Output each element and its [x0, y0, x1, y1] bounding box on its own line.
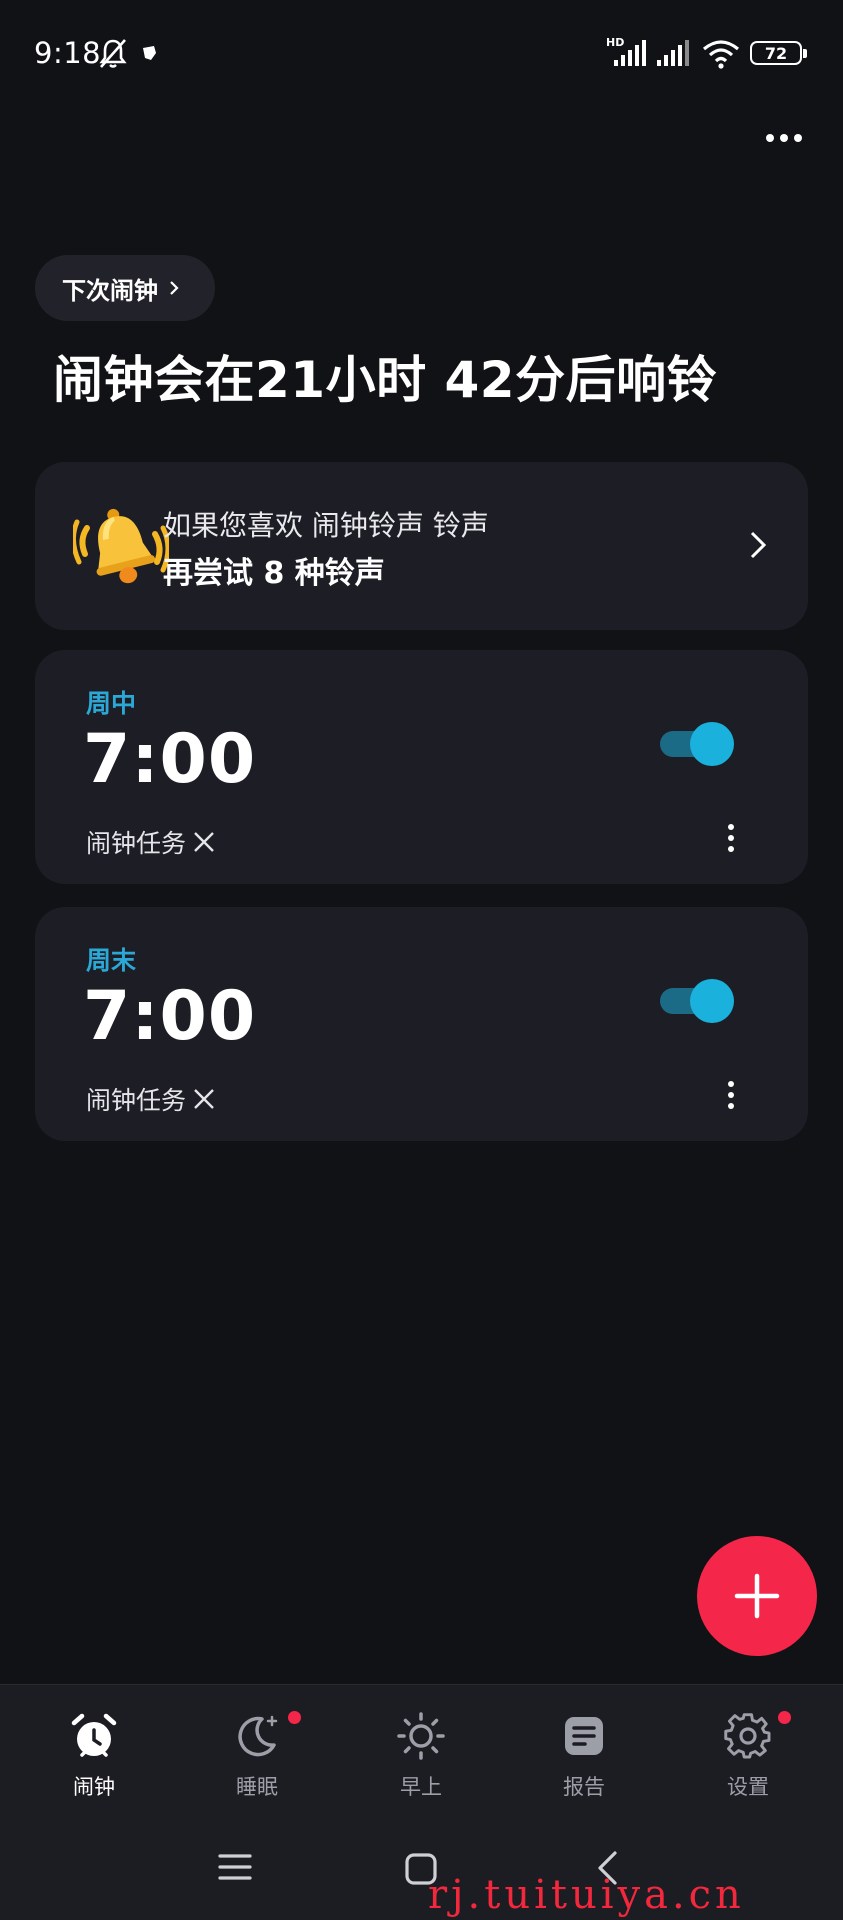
- nav-label: 早上: [400, 1775, 442, 1799]
- close-icon: [194, 832, 214, 852]
- more-dot: [794, 134, 802, 142]
- promo-title: 再尝试 8 种铃声: [163, 556, 385, 591]
- chevron-right-icon[interactable]: [745, 528, 771, 562]
- report-icon: [565, 1717, 603, 1755]
- mute-icon: [99, 39, 127, 68]
- status-time: 9:18: [34, 36, 102, 70]
- bell-icon: [73, 508, 169, 584]
- alarm-more-button[interactable]: [725, 1081, 737, 1109]
- alarm-label: 周末: [86, 946, 137, 975]
- nav-item-settings[interactable]: 设置: [688, 1711, 808, 1801]
- kebab-dot: [728, 1092, 734, 1098]
- chevron-right-icon: [170, 281, 179, 295]
- alarm-time: 7:00: [83, 977, 257, 1056]
- notification-badge: [778, 1711, 791, 1724]
- close-icon: [194, 1089, 214, 1109]
- moon-icon: [238, 1715, 278, 1757]
- nav-item-alarm[interactable]: 闹钟: [34, 1711, 154, 1801]
- alarm-label: 周中: [86, 689, 137, 718]
- nav-item-morning[interactable]: 早上: [361, 1711, 481, 1801]
- add-alarm-button[interactable]: [697, 1536, 817, 1656]
- menu-icon[interactable]: [218, 1852, 252, 1882]
- battery-level: 72: [764, 43, 788, 63]
- plus-icon: [734, 1573, 780, 1619]
- more-dot: [780, 134, 788, 142]
- alarm-task-label: 闹钟任务: [86, 829, 187, 858]
- alarm-card-weekend[interactable]: 周末 7:00 闹钟任务: [35, 907, 808, 1141]
- kebab-dot: [728, 1081, 734, 1087]
- alarm-clock-icon: [71, 1713, 117, 1757]
- kebab-dot: [728, 1103, 734, 1109]
- nav-label: 设置: [727, 1775, 769, 1799]
- nav-label: 报告: [563, 1775, 605, 1799]
- nav-label: 睡眠: [236, 1775, 278, 1799]
- alarm-task-label: 闹钟任务: [86, 1086, 187, 1115]
- ringtone-promo-card[interactable]: [35, 462, 808, 630]
- alarm-toggle[interactable]: [660, 722, 734, 766]
- alarm-card-weekday[interactable]: 周中 7:00 闹钟任务: [35, 650, 808, 884]
- alarm-task: 闹钟任务: [86, 1081, 216, 1117]
- kebab-dot: [728, 835, 734, 841]
- more-dot: [766, 134, 774, 142]
- promo-subtitle: 如果您喜欢 闹钟铃声 铃声: [163, 509, 489, 542]
- toggle-knob: [690, 979, 734, 1023]
- gear-icon: [724, 1713, 771, 1759]
- nav-item-report[interactable]: 报告: [524, 1711, 644, 1801]
- kebab-dot: [728, 846, 734, 852]
- nav-label: 闹钟: [73, 1775, 115, 1799]
- alarm-task: 闹钟任务: [86, 824, 216, 860]
- next-alarm-chip[interactable]: 下次闹钟: [35, 255, 215, 321]
- wifi-icon: [702, 40, 740, 69]
- alarm-toggle[interactable]: [660, 979, 734, 1023]
- signal-hd-icon: [614, 40, 646, 66]
- alarm-more-button[interactable]: [725, 824, 737, 852]
- status-bar: 9:18 HD 72: [0, 0, 843, 106]
- sun-icon: [397, 1712, 445, 1760]
- nav-item-sleep[interactable]: 睡眠: [197, 1711, 317, 1801]
- kebab-dot: [728, 824, 734, 830]
- alarm-time: 7:00: [83, 720, 257, 799]
- signal-icon: [657, 40, 689, 66]
- watermark: rj.tuituiya.cn: [428, 1872, 745, 1918]
- next-alarm-label: 下次闹钟: [62, 276, 158, 305]
- battery-icon: 72: [750, 41, 807, 65]
- app-notification-icon: [143, 46, 156, 60]
- page-title: 闹钟会在21小时 42分后响铃: [53, 351, 718, 409]
- more-options-button[interactable]: [756, 122, 812, 154]
- bottom-nav: 闹钟 睡眠 早上 报告 设置: [0, 1684, 843, 1820]
- notification-badge: [288, 1711, 301, 1724]
- toggle-knob: [690, 722, 734, 766]
